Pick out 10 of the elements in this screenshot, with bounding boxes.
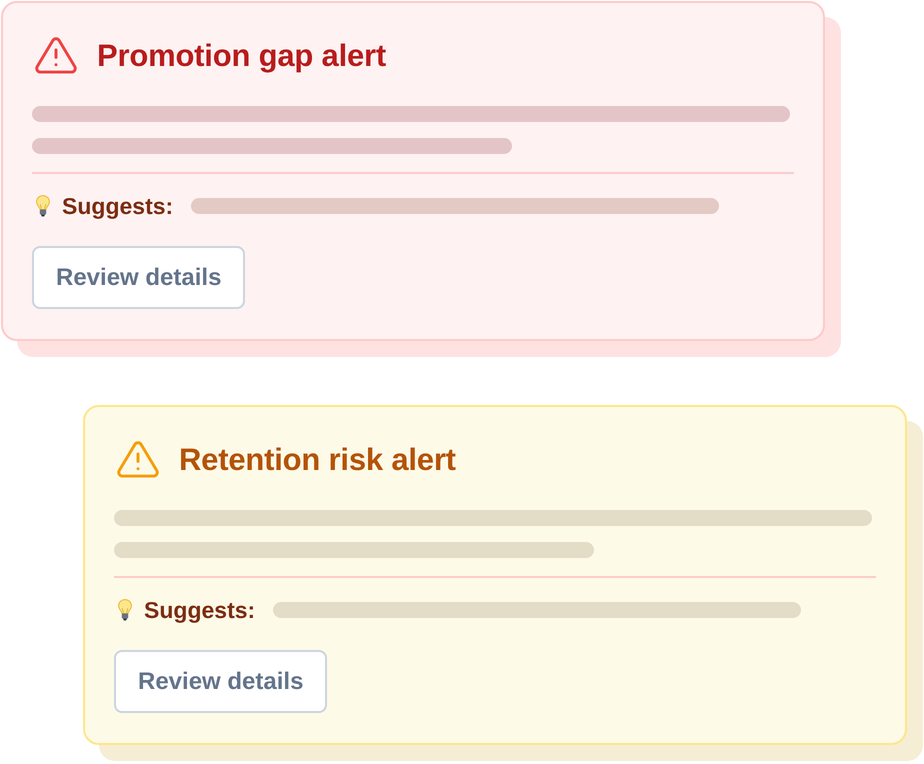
lightbulb-icon [36,195,50,217]
alert-title: Promotion gap alert [97,40,386,70]
alert-title: Retention risk alert [179,444,456,474]
review-details-button[interactable]: Review details [114,650,328,713]
warning-icon [117,440,159,478]
lightbulb-icon [118,599,132,621]
suggests-label: Suggests: [62,194,174,218]
suggests-label: Suggests: [144,598,256,622]
review-details-button[interactable]: Review details [32,246,246,309]
warning-icon [35,36,77,74]
